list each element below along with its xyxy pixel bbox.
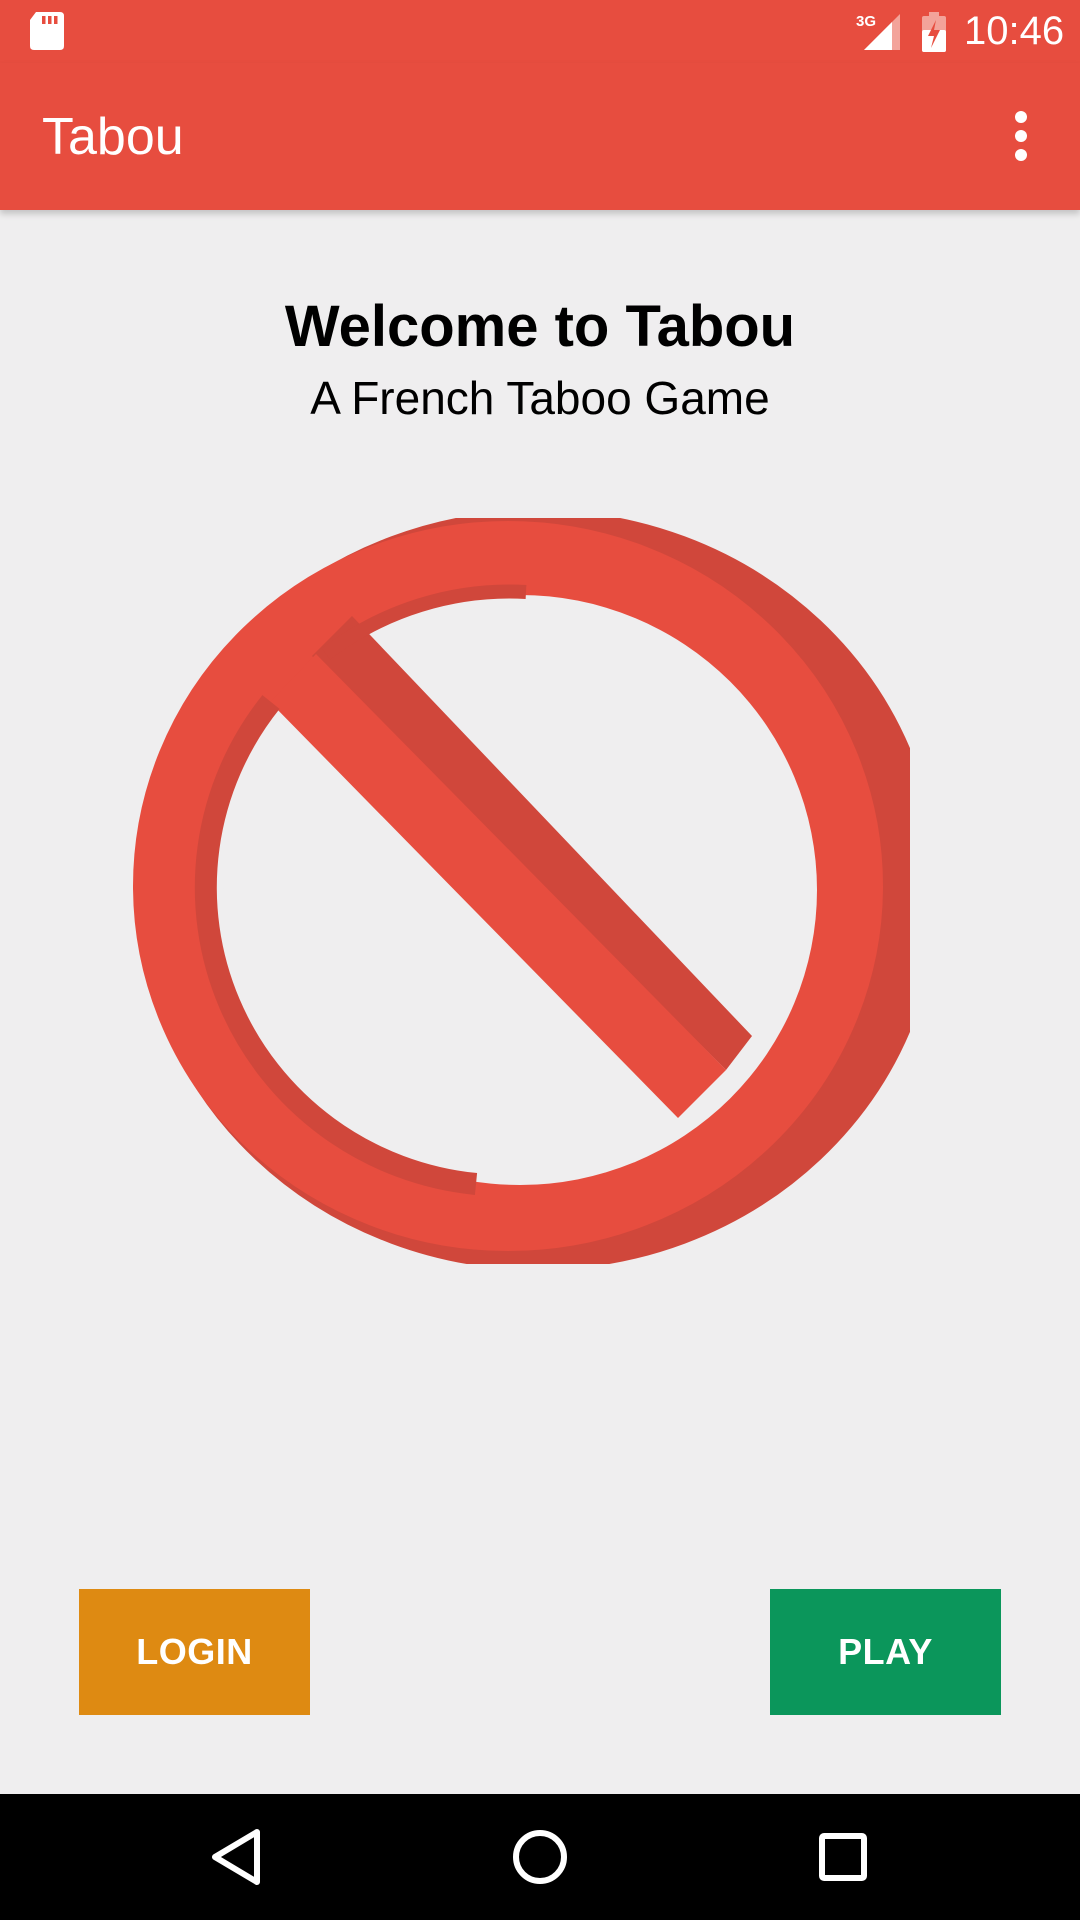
prohibition-sign-icon bbox=[133, 518, 910, 1264]
recents-icon[interactable] bbox=[808, 1822, 878, 1892]
status-bar: 3G 10:46 bbox=[0, 0, 1080, 63]
app-title: Tabou bbox=[42, 108, 184, 166]
home-icon[interactable] bbox=[505, 1822, 575, 1892]
status-time: 10:46 bbox=[964, 9, 1065, 53]
more-vert-icon[interactable] bbox=[1000, 105, 1044, 167]
welcome-title: Welcome to Tabou bbox=[284, 294, 796, 359]
sd-card-icon bbox=[30, 12, 64, 50]
signal-icon: 3G bbox=[856, 13, 900, 50]
app-screen: 3G 10:46 Tabou Welcome to Tabou A French… bbox=[0, 0, 1080, 1920]
network-type-label: 3G bbox=[856, 13, 876, 30]
battery-charging-icon bbox=[922, 12, 946, 52]
login-button[interactable]: LOGIN bbox=[79, 1589, 310, 1715]
play-button[interactable]: PLAY bbox=[770, 1589, 1001, 1715]
navigation-bar bbox=[0, 1794, 1080, 1920]
welcome-subtitle: A French Taboo Game bbox=[310, 372, 770, 424]
back-icon[interactable] bbox=[203, 1822, 273, 1892]
app-bar: Tabou bbox=[0, 63, 1080, 210]
